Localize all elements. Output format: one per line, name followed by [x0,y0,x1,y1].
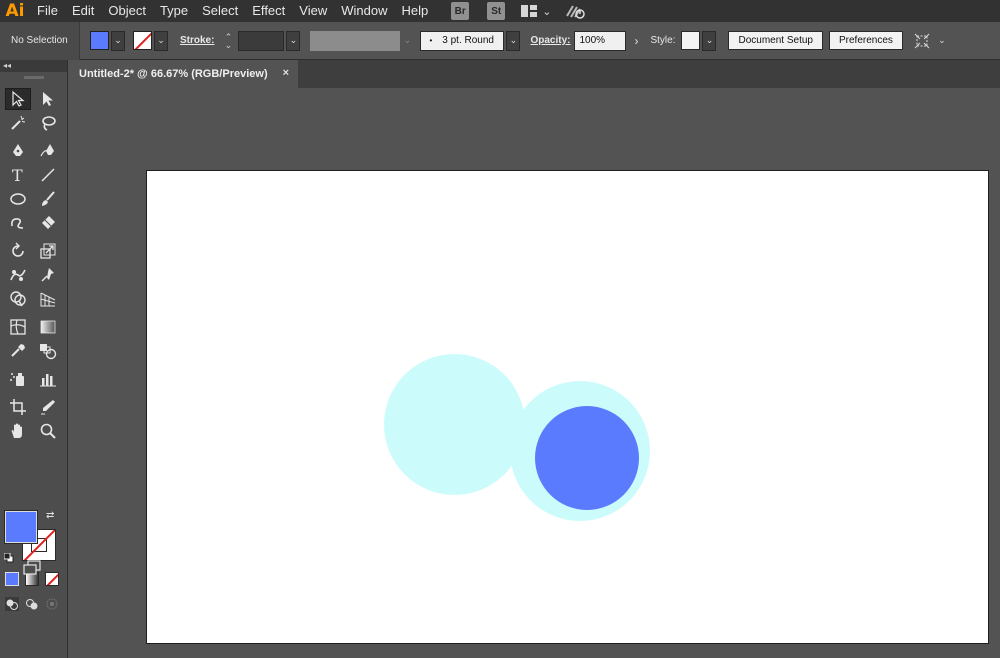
direct-selection-tool-icon[interactable] [35,88,61,110]
stroke-weight-stepper[interactable]: ⌃ ⌄ [222,30,234,52]
fill-dropdown-arrow[interactable]: ⌄ [111,30,125,51]
stroke-dropdown-arrow[interactable]: ⌄ [154,30,168,51]
opacity-field[interactable]: 100% [574,30,627,51]
style-label: Style: [650,35,676,46]
mesh-tool-icon[interactable] [5,316,31,338]
document-setup-button[interactable]: Document Setup [728,31,823,50]
menu-window[interactable]: Window [334,0,394,22]
menu-select[interactable]: Select [195,0,245,22]
type-tool-icon[interactable]: T [5,164,31,186]
menu-bar: Ai File Edit Object Type Select Effect V… [0,0,1000,22]
close-tab-icon[interactable]: × [283,67,289,79]
preferences-button[interactable]: Preferences [828,31,903,50]
graphic-style-dropdown[interactable]: ⌄ [702,30,717,51]
menu-object[interactable]: Object [101,0,153,22]
brush-dot: • [429,36,433,45]
brush-definition-field[interactable]: • 3 pt. Round [420,30,505,51]
line-segment-tool-icon[interactable] [35,164,61,186]
variable-width-profile[interactable] [310,30,401,51]
width-tool-icon[interactable] [35,264,61,286]
curvature-tool-icon[interactable] [35,140,61,162]
paintbrush-tool-icon[interactable] [35,188,61,210]
artboard-tool-icon[interactable] [5,396,31,418]
stock-button[interactable]: St [487,2,506,20]
panel-menu-chevron-icon[interactable]: ⌄ [935,31,949,51]
transform-align-icon[interactable] [911,31,933,51]
pen-tool-icon[interactable] [5,140,31,162]
artboard[interactable] [146,170,989,644]
ellipse-tool-icon[interactable] [5,188,31,210]
menu-edit[interactable]: Edit [65,0,101,22]
tools-panel: ◂◂ T ⇄ [0,60,68,658]
arrange-documents-icon[interactable]: ⌄ [517,0,555,22]
panel-grip[interactable] [23,76,44,79]
bridge-button[interactable]: Br [451,2,470,20]
menu-effect[interactable]: Effect [245,0,292,22]
scale-tool-icon[interactable] [35,240,61,262]
chevron-down-icon: ⌄ [542,5,552,18]
hand-tool-icon[interactable] [5,420,31,442]
fill-swatch[interactable] [90,31,109,50]
brush-definition-value: 3 pt. Round [442,35,494,46]
document-tab-bar: Untitled-2* @ 66.67% (RGB/Preview) × [70,60,1000,88]
variable-width-dropdown[interactable]: ⌄ [400,31,414,51]
menu-file[interactable]: File [30,0,65,22]
lasso-tool-icon[interactable] [35,112,61,134]
canvas-work-area[interactable] [70,88,1000,658]
opacity-label[interactable]: Opacity: [530,35,570,46]
color-mode-button[interactable] [5,572,19,586]
menu-help[interactable]: Help [394,0,435,22]
draw-normal-icon[interactable] [5,597,19,611]
svg-text:T: T [12,166,23,184]
menu-type[interactable]: Type [153,0,195,22]
stroke-swatch[interactable] [133,31,152,50]
draw-behind-icon[interactable] [25,597,39,611]
draw-inside-icon[interactable] [45,597,59,611]
selection-status: No Selection [0,21,80,60]
gpu-performance-icon[interactable] [561,0,589,22]
light-cyan-circle-left[interactable] [384,354,525,495]
none-mode-button[interactable] [45,572,59,586]
symbol-sprayer-tool-icon[interactable] [5,368,31,390]
shape-builder-tool-icon[interactable] [5,288,31,310]
stroke-weight-dropdown[interactable]: ⌄ [286,30,301,51]
perspective-grid-tool-icon[interactable] [35,288,61,310]
collapse-panel-icon[interactable]: ◂◂ [0,60,67,72]
magic-wand-tool-icon[interactable] [5,112,31,134]
rotate-tool-icon[interactable] [5,240,31,262]
blend-tool-icon[interactable] [35,340,61,362]
control-bar: No Selection ⌄ ⌄ Stroke: ⌃ ⌄ ⌄ ⌄ • 3 pt. … [0,21,1000,60]
gradient-tool-icon[interactable] [35,316,61,338]
zoom-tool-icon[interactable] [35,420,61,442]
selection-tool-icon[interactable] [5,88,31,110]
eraser-tool-icon[interactable] [35,212,61,234]
shaper-tool-icon[interactable] [5,212,31,234]
document-tab-title: Untitled-2* @ 66.67% (RGB/Preview) [79,68,268,80]
default-fill-stroke-icon[interactable] [3,550,14,563]
document-tab[interactable]: Untitled-2* @ 66.67% (RGB/Preview) × [70,60,298,88]
app-logo: Ai [5,1,25,21]
slice-tool-icon[interactable] [35,396,61,418]
screen-mode-icon[interactable] [19,557,45,579]
graphic-style-swatch[interactable] [681,31,701,50]
swap-fill-stroke-icon[interactable]: ⇄ [46,510,54,521]
eyedropper-tool-icon[interactable] [5,340,31,362]
opacity-expand-arrow[interactable]: › [628,31,644,51]
menu-view[interactable]: View [292,0,334,22]
puppet-warp-tool-icon[interactable] [5,264,31,286]
column-graph-tool-icon[interactable] [35,368,61,390]
stroke-label[interactable]: Stroke: [180,35,214,46]
stroke-weight-field[interactable] [238,30,285,51]
brush-definition-dropdown[interactable]: ⌄ [506,30,521,51]
blue-circle[interactable] [535,406,639,510]
fill-color-swatch[interactable] [4,510,38,544]
